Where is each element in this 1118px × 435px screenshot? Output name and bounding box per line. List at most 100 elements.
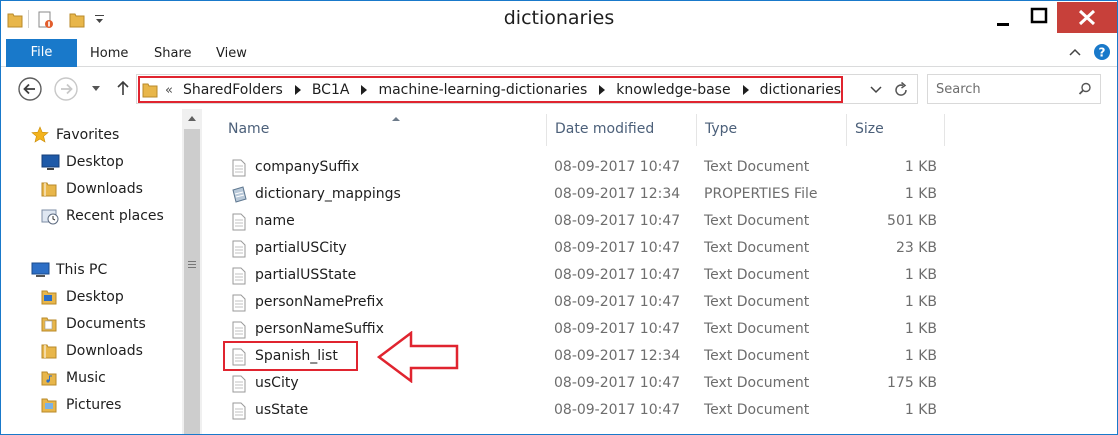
file-highlight-box xyxy=(223,341,358,371)
refresh-icon[interactable] xyxy=(892,81,910,99)
file-name: dictionary_mappings xyxy=(255,186,401,202)
file-date-modified: 08-09-2017 10:47 xyxy=(554,321,681,337)
text-file-icon xyxy=(232,402,246,420)
music-folder-icon xyxy=(41,371,57,386)
address-dropdown-icon[interactable] xyxy=(870,85,882,95)
file-name: companySuffix xyxy=(255,159,360,175)
nav-favorites[interactable]: Favorites xyxy=(31,123,119,147)
file-type: Text Document xyxy=(704,375,810,391)
expand-ribbon-icon[interactable] xyxy=(1068,44,1082,62)
nav-label: Favorites xyxy=(56,127,120,143)
title-bar: dictionaries xyxy=(1,1,1117,39)
tab-share[interactable]: Share xyxy=(154,39,192,67)
file-date-modified: 08-09-2017 10:47 xyxy=(554,213,681,229)
window-title: dictionaries xyxy=(503,7,615,29)
nav-label: Music xyxy=(66,370,106,386)
nav-item-recent-places[interactable]: Recent places xyxy=(41,204,164,228)
maximize-button[interactable] xyxy=(1021,2,1057,33)
file-row[interactable]: dictionary_mappings 08-09-2017 12:34 PROPE… xyxy=(204,181,944,208)
nav-label: Pictures xyxy=(66,397,122,413)
file-row[interactable]: companySuffix 08-09-2017 10:47 Text Docume… xyxy=(204,154,944,181)
nav-item-pc-desktop[interactable]: Desktop xyxy=(41,285,124,309)
file-date-modified: 08-09-2017 10:47 xyxy=(554,375,681,391)
nav-item-pictures[interactable]: Pictures xyxy=(41,393,121,417)
file-date-modified: 08-09-2017 10:47 xyxy=(554,294,681,310)
file-type: Text Document xyxy=(704,240,810,256)
file-name: usState xyxy=(255,402,309,418)
nav-item-downloads[interactable]: Downloads xyxy=(41,177,143,201)
back-button[interactable] xyxy=(17,76,43,102)
star-icon xyxy=(31,126,49,143)
recent-locations-icon[interactable] xyxy=(91,85,101,93)
search-input[interactable] xyxy=(936,80,1072,98)
file-name: partialUSState xyxy=(255,267,357,283)
pictures-folder-icon xyxy=(41,398,57,413)
text-file-icon xyxy=(232,159,246,177)
file-name: usCity xyxy=(255,375,299,391)
tab-file[interactable]: File xyxy=(6,39,77,67)
nav-label: Recent places xyxy=(66,208,164,224)
file-list: Name Date modified Type Size companySuff… xyxy=(204,108,1117,434)
column-header-name[interactable]: Name xyxy=(220,114,547,146)
downloads-folder-icon xyxy=(41,344,57,359)
column-header-date[interactable]: Date modified xyxy=(547,114,697,146)
nav-item-desktop[interactable]: Desktop xyxy=(41,150,124,174)
text-file-icon xyxy=(232,321,246,339)
file-size: 1 KB xyxy=(904,159,937,175)
address-row: « SharedFolders BC1A machine-learning-di… xyxy=(1,68,1117,108)
downloads-folder-icon xyxy=(41,182,57,197)
nav-scrollbar[interactable] xyxy=(182,109,202,434)
file-size: 501 KB xyxy=(887,213,937,229)
file-date-modified: 08-09-2017 10:47 xyxy=(554,402,681,418)
nav-item-pc-downloads[interactable]: Downloads xyxy=(41,339,143,363)
nav-label: This PC xyxy=(56,262,108,278)
file-name: personNameSuffix xyxy=(255,321,384,337)
nav-label: Desktop xyxy=(66,289,124,305)
nav-item-music[interactable]: Music xyxy=(41,366,106,390)
text-file-icon xyxy=(232,213,246,231)
tab-view[interactable]: View xyxy=(216,39,247,67)
properties-file-icon xyxy=(232,186,247,203)
desktop-icon xyxy=(41,154,60,170)
file-row[interactable]: name 08-09-2017 10:47 Text Document 501 KB xyxy=(204,208,944,235)
file-type: PROPERTIES File xyxy=(704,186,818,202)
close-button[interactable] xyxy=(1057,2,1117,33)
forward-button[interactable] xyxy=(53,76,79,102)
file-row[interactable]: personNamePrefix 08-09-2017 10:47 Text Doc… xyxy=(204,289,944,316)
nav-this-pc[interactable]: This PC xyxy=(31,258,107,282)
help-icon[interactable]: ? xyxy=(1093,43,1111,61)
file-type: Text Document xyxy=(704,267,810,283)
file-row[interactable]: personNameSuffix 08-09-2017 10:47 Text Doc… xyxy=(204,316,944,343)
file-row[interactable]: usState 08-09-2017 10:47 Text Document 1 KB xyxy=(204,397,944,424)
nav-item-documents[interactable]: Documents xyxy=(41,312,146,336)
file-name: name xyxy=(255,213,295,229)
search-box[interactable] xyxy=(927,74,1101,104)
text-file-icon xyxy=(232,267,246,285)
scrollbar-thumb[interactable] xyxy=(184,129,200,434)
grip-icon xyxy=(188,261,196,268)
scroll-up-icon[interactable] xyxy=(187,115,197,123)
column-label: Size xyxy=(855,121,884,137)
file-size: 1 KB xyxy=(904,348,937,364)
column-header-size[interactable]: Size xyxy=(847,114,945,146)
documents-folder-icon xyxy=(41,317,57,332)
explorer-window: dictionaries File Home Share View ? « Sh… xyxy=(0,0,1118,435)
file-type: Text Document xyxy=(704,213,810,229)
search-icon[interactable] xyxy=(1078,82,1092,96)
ribbon-tabs: File Home Share View ? xyxy=(1,39,1117,67)
up-arrow-icon[interactable] xyxy=(115,79,131,97)
file-type: Text Document xyxy=(704,294,810,310)
address-highlight-box xyxy=(138,76,843,103)
file-size: 23 KB xyxy=(895,240,937,256)
svg-text:?: ? xyxy=(1099,46,1106,60)
minimize-button[interactable] xyxy=(986,2,1019,33)
file-row[interactable]: partialUSCity 08-09-2017 10:47 Text Docume… xyxy=(204,235,944,262)
tab-home[interactable]: Home xyxy=(90,39,128,67)
column-header-type[interactable]: Type xyxy=(697,114,847,146)
file-type: Text Document xyxy=(704,348,810,364)
file-type: Text Document xyxy=(704,402,810,418)
file-date-modified: 08-09-2017 10:47 xyxy=(554,267,681,283)
file-row[interactable]: partialUSState 08-09-2017 10:47 Text Docum… xyxy=(204,262,944,289)
file-date-modified: 08-09-2017 10:47 xyxy=(554,159,681,175)
file-row[interactable]: usCity 08-09-2017 10:47 Text Document 175 K… xyxy=(204,370,944,397)
